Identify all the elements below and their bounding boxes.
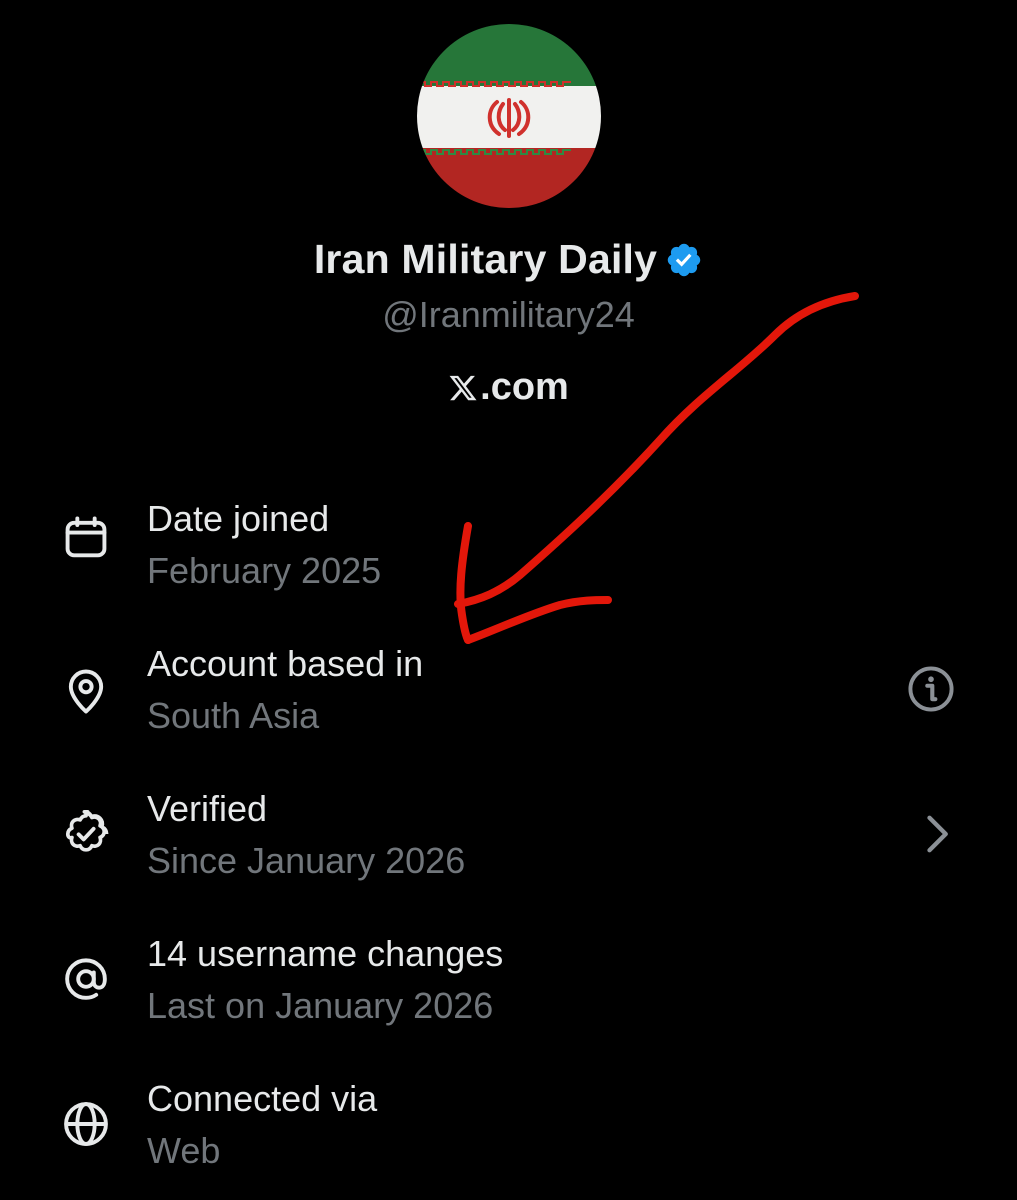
calendar-icon xyxy=(65,516,107,558)
row-title: 14 username changes xyxy=(147,933,504,974)
row-title: Date joined xyxy=(147,498,330,539)
profile-handle: @Iranmilitary24 xyxy=(382,294,635,335)
source-label: .com xyxy=(480,366,569,408)
about-row-date-joined: Date joined February 2025 xyxy=(0,498,1017,608)
about-row-username-changes: 14 username changes Last on January 2026 xyxy=(0,933,1017,1043)
globe-icon xyxy=(64,1102,108,1146)
row-subtitle: Last on January 2026 xyxy=(147,985,494,1026)
about-row-account-based-in: Account based in South Asia xyxy=(0,643,1017,753)
row-title: Account based in xyxy=(147,643,424,684)
x-logo-icon xyxy=(449,375,477,400)
display-name: Iran Military Daily xyxy=(313,236,658,282)
row-subtitle: South Asia xyxy=(147,695,320,736)
at-sign-icon xyxy=(65,958,107,1000)
chevron-right-icon[interactable] xyxy=(910,808,962,860)
about-row-verified[interactable]: Verified Since January 2026 xyxy=(0,788,1017,898)
source-link[interactable]: .com xyxy=(0,366,1017,409)
row-subtitle: Web xyxy=(147,1130,221,1171)
iran-flag-avatar xyxy=(417,24,601,208)
row-subtitle: Since January 2026 xyxy=(147,840,466,881)
verified-badge-icon[interactable] xyxy=(665,241,703,279)
profile-name-row: Iran Military Daily xyxy=(0,236,1017,283)
row-title: Verified xyxy=(147,788,268,829)
verified-check-icon xyxy=(65,809,109,852)
avatar[interactable] xyxy=(417,24,601,208)
about-row-connected-via: Connected via Web xyxy=(0,1078,1017,1188)
row-title: Connected via xyxy=(147,1078,378,1119)
row-subtitle: February 2025 xyxy=(147,550,382,591)
location-pin-icon xyxy=(68,669,104,714)
info-icon[interactable] xyxy=(905,663,957,715)
